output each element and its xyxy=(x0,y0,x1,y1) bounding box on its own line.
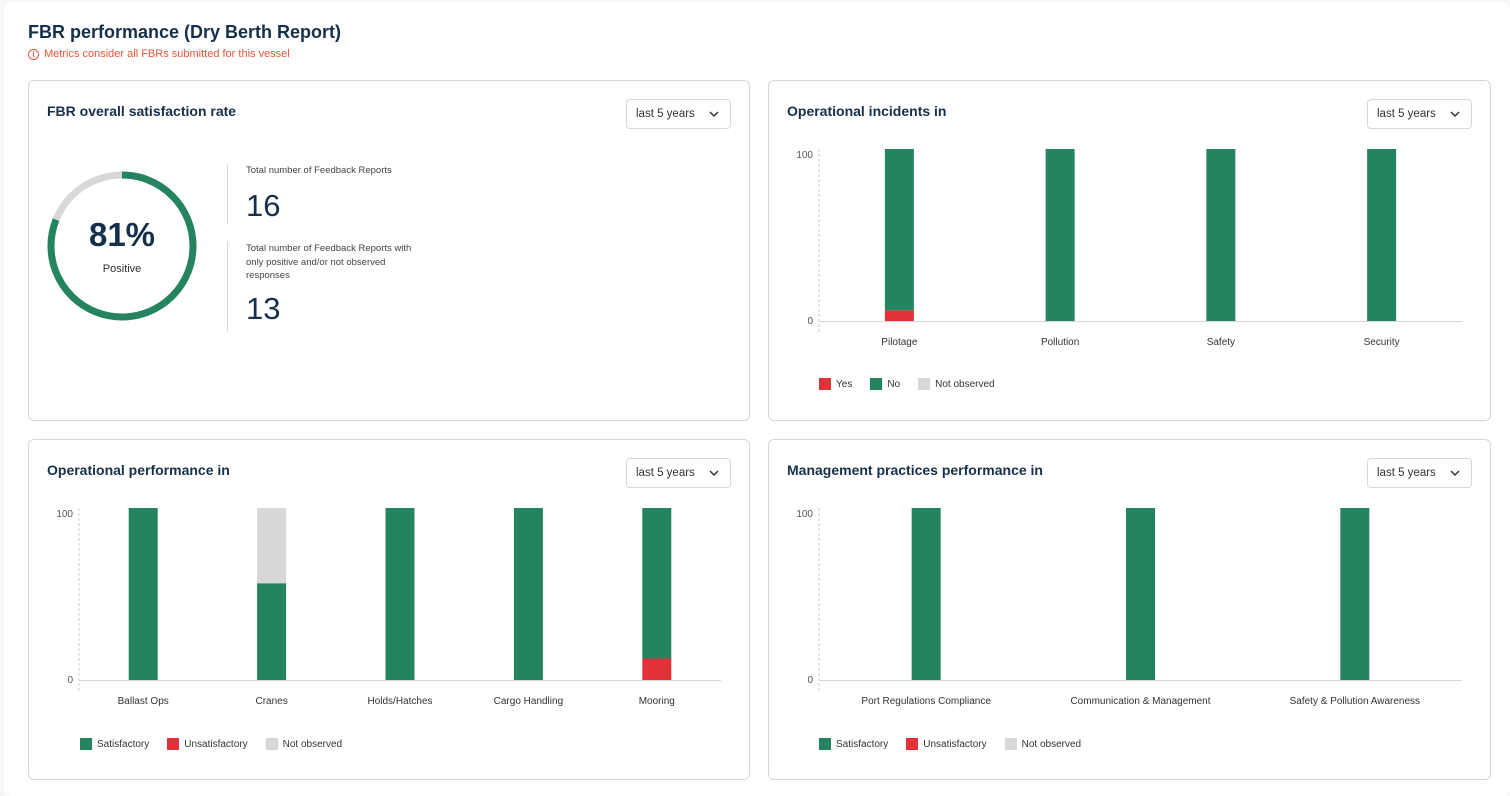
legend-label: Yes xyxy=(836,378,853,390)
legend-item[interactable]: Unsatisfactory xyxy=(906,738,987,750)
bar-segment-satisfactory xyxy=(128,508,158,680)
bar-segment-satisfactory xyxy=(1126,508,1155,680)
y-tick-label: 0 xyxy=(67,675,73,686)
legend-label: Not observed xyxy=(1021,738,1082,750)
legend-swatch xyxy=(819,378,831,390)
legend-item[interactable]: Satisfactory xyxy=(80,738,149,750)
page: FBR performance (Dry Berth Report) i Met… xyxy=(4,2,1510,796)
x-tick-label: Mooring xyxy=(639,696,675,707)
operational-card: Operational performance in last 5 years … xyxy=(28,439,750,780)
management-chart: 0 100 Port Regulations Compliance Communica… xyxy=(796,508,1462,707)
satisfaction-sublabel: Positive xyxy=(102,263,142,275)
x-tick-label: Holds/Hatches xyxy=(367,696,432,707)
card-title: FBR overall satisfaction rate xyxy=(47,103,237,119)
satisfaction-card: FBR overall satisfaction rate last 5 yea… xyxy=(28,80,750,421)
x-tick-label: Ballast Ops xyxy=(118,696,169,707)
y-tick-label: 100 xyxy=(796,509,813,520)
legend-label: No xyxy=(887,378,901,390)
y-tick-label: 100 xyxy=(796,150,813,161)
legend-label: Satisfactory xyxy=(836,738,889,750)
bar-segment-no xyxy=(1045,149,1075,321)
bar-segment-satisfactory xyxy=(257,583,287,680)
bar-segment-satisfactory xyxy=(1340,508,1370,680)
legend-item[interactable]: Not observed xyxy=(265,738,343,750)
legend-item[interactable]: Unsatisfactory xyxy=(167,738,248,750)
bar-segment-yes xyxy=(884,310,914,321)
stat-total-reports: Total number of Feedback Reports 16 xyxy=(227,164,416,224)
legend-swatch xyxy=(80,738,92,750)
bar-segment-no xyxy=(884,149,914,311)
x-tick-label: Communication & Management xyxy=(1070,696,1210,707)
incidents-chart: 0 100 Pilotage Pollution Safety Security xyxy=(796,149,1462,348)
legend-label: Unsatisfactory xyxy=(184,738,248,750)
chevron-down-icon xyxy=(709,111,719,118)
info-icon: i xyxy=(28,48,39,60)
legend-item[interactable]: Not observed xyxy=(918,378,995,390)
legend-swatch xyxy=(819,738,831,750)
management-card: Management practices performance in last… xyxy=(768,439,1491,780)
x-tick-label: Pollution xyxy=(1041,337,1079,348)
bar-segment-satisfactory xyxy=(385,508,415,680)
stat-label: Total number of Feedback Reports xyxy=(246,165,392,176)
y-tick-label: 0 xyxy=(807,316,813,327)
x-tick-label: Port Regulations Compliance xyxy=(861,696,991,707)
legend-swatch xyxy=(167,738,180,750)
bar-segment-satisfactory xyxy=(642,508,672,659)
legend-item[interactable]: Yes xyxy=(819,378,852,390)
x-tick-label: Security xyxy=(1364,337,1400,348)
y-tick-label: 0 xyxy=(807,675,813,686)
incidents-legend: Yes No Not observed xyxy=(819,378,995,390)
legend-label: Not observed xyxy=(282,738,343,750)
legend-item[interactable]: No xyxy=(870,378,900,390)
x-tick-label: Cranes xyxy=(255,696,287,707)
page-title: FBR performance (Dry Berth Report) xyxy=(28,22,342,42)
operational-chart: 0 100 Ballast Ops Cranes Holds/Hatches Cargo … xyxy=(56,508,721,707)
metrics-notice: i Metrics consider all FBRs submitted fo… xyxy=(28,48,290,60)
bar-segment-no xyxy=(1206,149,1236,321)
stat-value: 13 xyxy=(246,290,281,326)
bar-segment-satisfactory xyxy=(513,508,543,680)
legend-swatch xyxy=(870,378,883,390)
satisfaction-donut: 81% Positive xyxy=(46,170,198,322)
stat-value: 16 xyxy=(246,187,281,223)
notice-text: Metrics consider all FBRs submitted for … xyxy=(44,48,290,60)
legend-swatch xyxy=(918,378,931,390)
x-tick-label: Pilotage xyxy=(881,337,918,348)
bar-segment-no xyxy=(1367,149,1397,321)
bar-segment-not-observed xyxy=(257,508,287,584)
management-legend: Satisfactory Unsatisfactory Not observed xyxy=(819,738,1081,750)
legend-label: Satisfactory xyxy=(97,738,150,750)
stat-label: Total number of Feedback Reports with on… xyxy=(246,243,412,281)
legend-item[interactable]: Satisfactory xyxy=(819,738,888,750)
operational-legend: Satisfactory Unsatisfactory Not observed xyxy=(80,738,342,750)
incidents-card: Operational incidents in last 5 years 01… xyxy=(768,80,1491,421)
period-select-value: last 5 years xyxy=(636,108,695,120)
x-tick-label: Safety xyxy=(1207,337,1235,348)
legend-swatch xyxy=(906,738,919,750)
legend-swatch xyxy=(1004,738,1017,750)
satisfaction-percent: 81% xyxy=(88,216,156,253)
legend-label: Unsatisfactory xyxy=(923,738,987,750)
legend-label: Not observed xyxy=(935,378,995,390)
x-tick-label: Cargo Handling xyxy=(494,696,564,707)
period-select[interactable]: last 5 years xyxy=(626,99,731,129)
x-tick-label: Safety & Pollution Awareness xyxy=(1290,696,1420,707)
bar-segment-unsatisfactory xyxy=(642,658,672,680)
stat-positive-reports: Total number of Feedback Reports with on… xyxy=(227,242,416,332)
legend-swatch xyxy=(265,738,278,750)
y-tick-label: 100 xyxy=(56,509,73,520)
bar-segment-satisfactory xyxy=(911,508,941,680)
legend-item[interactable]: Not observed xyxy=(1004,738,1082,750)
